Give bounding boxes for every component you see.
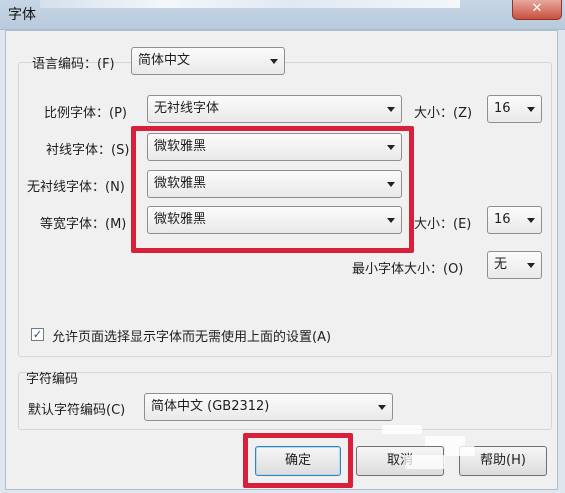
- monospace-size-select[interactable]: 16: [487, 206, 542, 234]
- blur-patch: [425, 436, 465, 446]
- allow-page-fonts-checkbox[interactable]: ✓: [31, 328, 44, 341]
- chevron-down-icon: [527, 107, 535, 112]
- chevron-down-icon: [387, 107, 395, 112]
- title-bar: 字体 ✕: [0, 0, 565, 30]
- minimum-size-label: 最小字体大小：(O): [352, 262, 464, 277]
- proportional-size-select[interactable]: 16: [487, 95, 542, 123]
- encoding-group-label: 字符编码: [26, 372, 79, 387]
- monospace-size-value: 16: [494, 212, 511, 227]
- language-select[interactable]: 简体中文: [131, 47, 285, 75]
- proportional-size-label: 大小：(Z): [414, 106, 473, 121]
- close-button[interactable]: ✕: [512, 0, 562, 20]
- serif-font-label: 衬线字体：(S): [46, 143, 130, 158]
- title-bar-background: [40, 0, 460, 8]
- window-title: 字体: [8, 7, 36, 23]
- language-select-value: 简体中文: [138, 53, 191, 68]
- minimum-size-value: 无: [494, 257, 508, 272]
- blur-patch: [382, 425, 422, 434]
- proportional-font-value: 无衬线字体: [154, 101, 220, 116]
- close-icon: ✕: [531, 1, 543, 16]
- default-encoding-select[interactable]: 简体中文 (GB2312): [144, 393, 393, 421]
- chevron-down-icon: [527, 263, 535, 268]
- chevron-down-icon: [270, 59, 278, 64]
- help-button-label: 帮助(H): [480, 453, 526, 468]
- language-label: 语言编码：(F): [32, 57, 115, 72]
- sans-serif-font-label: 无衬线字体：(N): [27, 180, 125, 195]
- chevron-down-icon: [527, 218, 535, 223]
- default-encoding-value: 简体中文 (GB2312): [151, 399, 270, 414]
- allow-page-fonts-label: 允许页面选择显示字体而无需使用上面的设置(A): [52, 330, 332, 345]
- monospace-size-label: 大小：(E): [414, 217, 472, 232]
- highlight-box: [131, 126, 414, 253]
- check-icon: ✓: [32, 328, 43, 341]
- ok-highlight-box: [243, 433, 353, 488]
- default-encoding-label: 默认字符编码(C): [28, 403, 126, 418]
- proportional-size-value: 16: [494, 101, 511, 116]
- chevron-down-icon: [378, 405, 386, 410]
- blur-patch: [405, 455, 445, 469]
- proportional-font-label: 比例字体：(P): [44, 106, 127, 121]
- blur-patch: [445, 446, 475, 456]
- monospace-font-label: 等宽字体：(M): [40, 217, 127, 232]
- proportional-font-select[interactable]: 无衬线字体: [147, 95, 402, 123]
- minimum-size-select[interactable]: 无: [487, 251, 542, 279]
